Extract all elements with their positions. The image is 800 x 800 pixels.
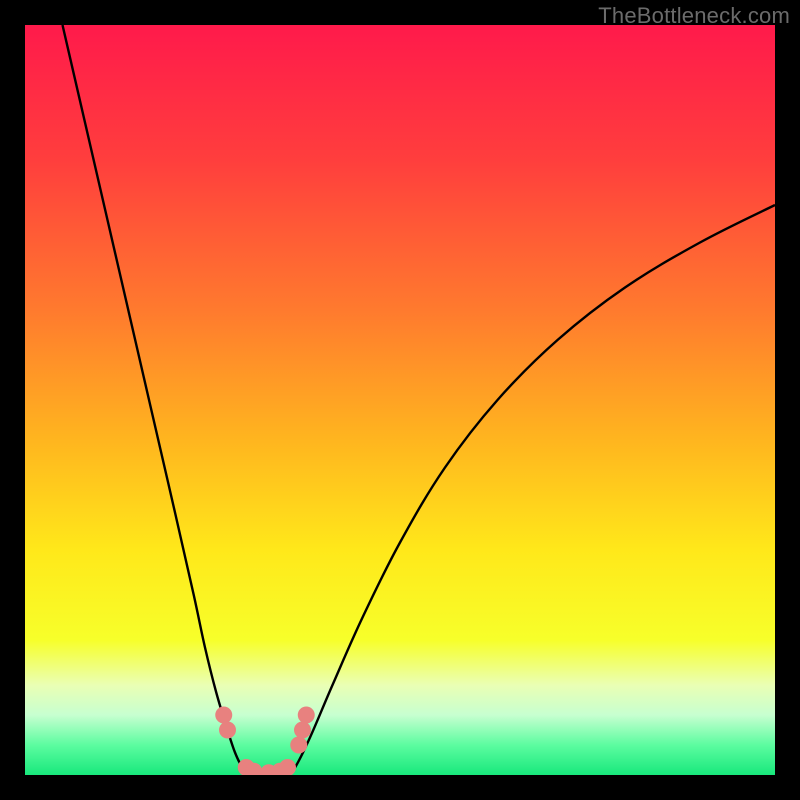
marker-dot <box>298 707 315 724</box>
curve-layer <box>25 25 775 775</box>
bottleneck-curve <box>63 25 776 775</box>
marker-dot <box>290 737 307 754</box>
watermark-text: TheBottleneck.com <box>598 3 790 29</box>
marker-dot <box>215 707 232 724</box>
chart-frame: TheBottleneck.com <box>0 0 800 800</box>
plot-area <box>25 25 775 775</box>
marker-dot <box>294 722 311 739</box>
marker-dot <box>279 759 296 775</box>
marker-dot <box>219 722 236 739</box>
